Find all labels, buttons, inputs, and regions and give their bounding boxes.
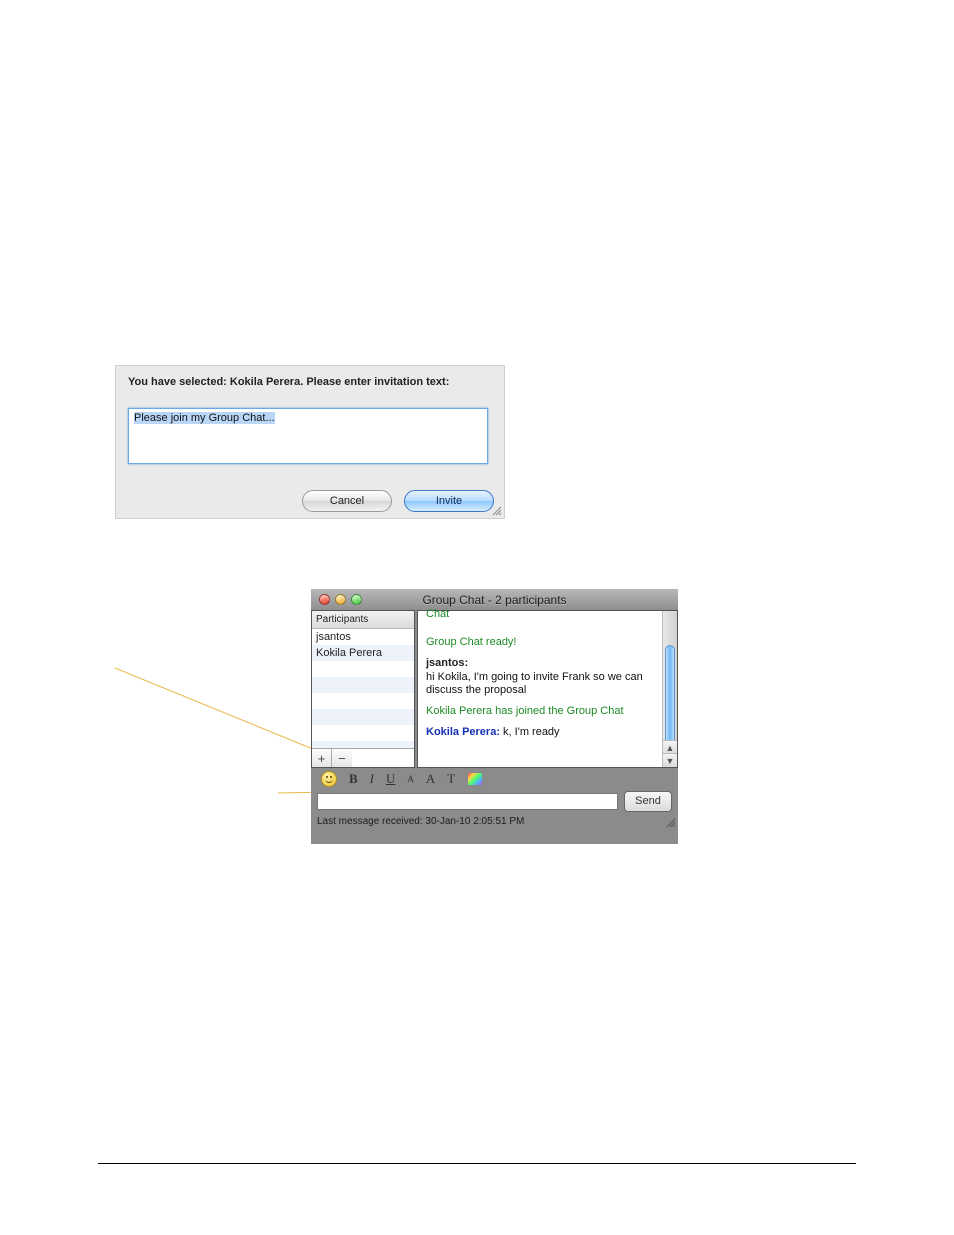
participant-row — [312, 741, 414, 748]
participant-controls: + − — [312, 748, 414, 767]
message-input[interactable] — [317, 793, 618, 810]
titlebar[interactable]: Group Chat - 2 participants — [311, 589, 678, 610]
message-body: k, I'm ready — [503, 726, 560, 738]
participant-row — [312, 677, 414, 693]
chat-header: Chat — [426, 608, 449, 620]
invite-prompt: You have selected: Kokila Perera. Please… — [116, 366, 504, 394]
underline-button[interactable]: U — [386, 771, 395, 787]
invite-button-row: Cancel Invite — [302, 490, 494, 512]
chat-pane: Chat Group Chat ready! jsantos: hi Kokil… — [417, 610, 678, 768]
invite-dialog: You have selected: Kokila Perera. Please… — [115, 365, 505, 519]
scrollbar-thumb[interactable] — [665, 645, 675, 747]
page-rule — [98, 1163, 856, 1164]
italic-button[interactable]: I — [370, 771, 374, 787]
scroll-down-icon[interactable]: ▼ — [663, 753, 677, 767]
message-body: hi Kokila, I'm going to invite Frank so … — [426, 671, 643, 697]
participants-header: Participants — [312, 611, 414, 629]
participants-list: jsantos Kokila Perera — [312, 629, 414, 748]
traffic-lights — [311, 594, 362, 605]
font-smaller-button[interactable]: A — [407, 774, 414, 784]
minimize-icon[interactable] — [335, 594, 346, 605]
system-message: Kokila Perera has joined the Group Chat — [426, 705, 659, 719]
system-message: Group Chat ready! — [426, 636, 659, 650]
send-button[interactable]: Send — [624, 791, 672, 812]
participant-row[interactable]: Kokila Perera — [312, 645, 414, 661]
chat-message: jsantos: hi Kokila, I'm going to invite … — [426, 657, 659, 698]
participant-row — [312, 725, 414, 741]
participant-row — [312, 709, 414, 725]
chat-transcript[interactable]: Group Chat ready! jsantos: hi Kokila, I'… — [418, 625, 663, 767]
scrollbar[interactable]: ▲ ▼ — [662, 611, 677, 767]
participant-row — [312, 661, 414, 677]
window-title: Group Chat - 2 participants — [311, 593, 678, 607]
scroll-up-icon[interactable]: ▲ — [663, 740, 677, 754]
font-larger-button[interactable]: A — [426, 771, 435, 787]
participants-pane: Participants jsantos Kokila Perera + − — [311, 610, 415, 768]
invite-textarea[interactable]: Please join my Group Chat... — [128, 408, 488, 464]
status-bar: Last message received: 30-Jan-10 2:05:51… — [311, 812, 678, 830]
font-button[interactable]: T — [447, 771, 455, 787]
participant-row[interactable]: jsantos — [312, 629, 414, 645]
format-toolbar: B I U A A T — [311, 768, 678, 790]
participant-row — [312, 693, 414, 709]
zoom-icon[interactable] — [351, 594, 362, 605]
message-sender: jsantos: — [426, 657, 468, 669]
remove-participant-button[interactable]: − — [332, 749, 352, 767]
emoji-icon[interactable] — [321, 771, 337, 787]
chat-window: Group Chat - 2 participants Participants… — [311, 589, 678, 844]
add-participant-button[interactable]: + — [312, 749, 332, 767]
resize-grip-icon[interactable] — [664, 816, 676, 828]
chat-message: Kokila Perera: k, I'm ready — [426, 726, 659, 740]
page: You have selected: Kokila Perera. Please… — [0, 0, 954, 1235]
color-picker-icon[interactable] — [467, 772, 483, 786]
bold-button[interactable]: B — [349, 771, 358, 787]
message-sender: Kokila Perera: — [426, 726, 500, 738]
chat-body: Participants jsantos Kokila Perera + − — [311, 610, 678, 768]
status-text: Last message received: 30-Jan-10 2:05:51… — [317, 816, 524, 827]
resize-grip-icon[interactable] — [490, 504, 502, 516]
compose-row: Send — [311, 790, 678, 812]
cancel-button[interactable]: Cancel — [302, 490, 392, 512]
close-icon[interactable] — [319, 594, 330, 605]
invite-button[interactable]: Invite — [404, 490, 494, 512]
